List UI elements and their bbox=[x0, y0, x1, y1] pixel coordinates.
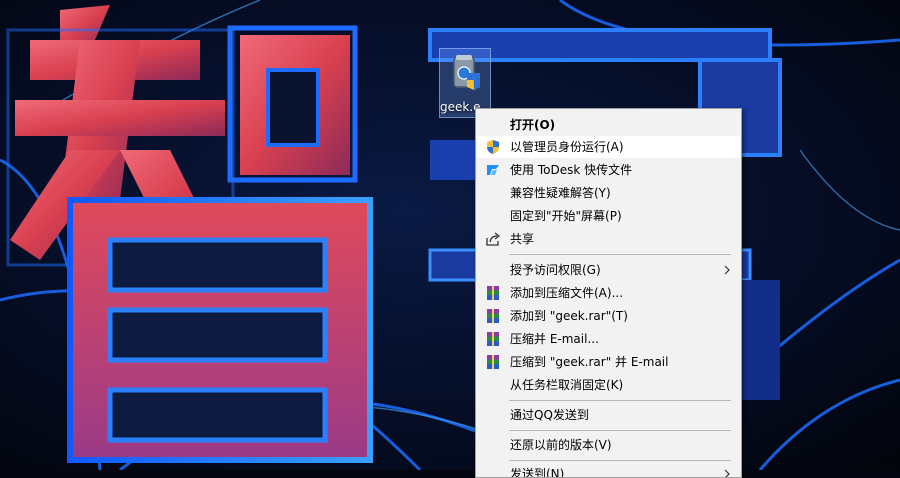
menu-item-label: 共享 bbox=[510, 232, 535, 246]
menu-item-label: 从任务栏取消固定(K) bbox=[510, 378, 624, 392]
chevron-right-icon bbox=[724, 469, 730, 477]
menu-item-todesk-transfer[interactable]: 使用 ToDesk 快传文件 bbox=[477, 159, 740, 181]
menu-item-label: 压缩并 E-mail... bbox=[510, 332, 599, 346]
menu-item-label: 添加到 "geek.rar"(T) bbox=[510, 309, 628, 323]
menu-separator bbox=[509, 254, 731, 255]
winrar-icon bbox=[487, 355, 499, 369]
menu-item-label: 发送到(N) bbox=[510, 467, 565, 478]
menu-item-compress-email[interactable]: 压缩并 E-mail... bbox=[477, 328, 740, 350]
menu-item-send-to[interactable]: 发送到(N) bbox=[477, 463, 740, 478]
menu-separator bbox=[509, 430, 731, 431]
menu-item-send-via-qq[interactable]: 通过QQ发送到 bbox=[477, 404, 740, 426]
menu-item-compress-geek-rar-email[interactable]: 压缩到 "geek.rar" 并 E-mail bbox=[477, 351, 740, 373]
menu-item-grant-access[interactable]: 授予访问权限(G) bbox=[477, 259, 740, 281]
menu-separator bbox=[509, 460, 731, 461]
winrar-icon bbox=[487, 286, 499, 300]
menu-item-label: 使用 ToDesk 快传文件 bbox=[510, 163, 633, 177]
menu-item-label: 通过QQ发送到 bbox=[510, 408, 589, 422]
chevron-right-icon bbox=[724, 265, 730, 275]
menu-item-label: 授予访问权限(G) bbox=[510, 263, 601, 277]
uac-shield-icon bbox=[487, 140, 499, 154]
menu-item-run-as-admin[interactable]: 以管理员身份运行(A) bbox=[477, 136, 740, 158]
geek-app-icon bbox=[453, 55, 480, 90]
menu-item-label: 压缩到 "geek.rar" 并 E-mail bbox=[510, 355, 669, 369]
menu-item-label: 添加到压缩文件(A)... bbox=[510, 286, 624, 300]
menu-item-label: 打开(O) bbox=[510, 118, 556, 132]
menu-item-restore-previous[interactable]: 还原以前的版本(V) bbox=[477, 434, 740, 456]
menu-item-label: 以管理员身份运行(A) bbox=[510, 140, 624, 154]
menu-item-compat-troubleshoot[interactable]: 兼容性疑难解答(Y) bbox=[477, 182, 740, 204]
menu-item-unpin-taskbar[interactable]: 从任务栏取消固定(K) bbox=[477, 374, 740, 396]
menu-item-label: 兼容性疑难解答(Y) bbox=[510, 186, 611, 200]
menu-item-add-to-archive[interactable]: 添加到压缩文件(A)... bbox=[477, 282, 740, 304]
menu-item-label: 固定到"开始"屏幕(P) bbox=[510, 209, 622, 223]
menu-item-label: 还原以前的版本(V) bbox=[510, 438, 612, 452]
menu-item-pin-to-start[interactable]: 固定到"开始"屏幕(P) bbox=[477, 205, 740, 227]
wallpaper-glyph-bottom bbox=[67, 197, 373, 463]
todesk-icon bbox=[487, 165, 499, 175]
menu-item-open[interactable]: 打开(O) bbox=[477, 114, 740, 136]
menu-separator bbox=[509, 400, 731, 401]
menu-item-add-to-geek-rar[interactable]: 添加到 "geek.rar"(T) bbox=[477, 305, 740, 327]
menu-item-share[interactable]: 共享 bbox=[477, 228, 740, 250]
winrar-icon bbox=[487, 332, 499, 346]
share-icon bbox=[486, 232, 501, 246]
winrar-icon bbox=[487, 309, 499, 323]
context-menu: 打开(O) 以管理员身份运行(A) 使用 ToDesk 快传文件 兼容性疑难解答… bbox=[475, 108, 742, 478]
